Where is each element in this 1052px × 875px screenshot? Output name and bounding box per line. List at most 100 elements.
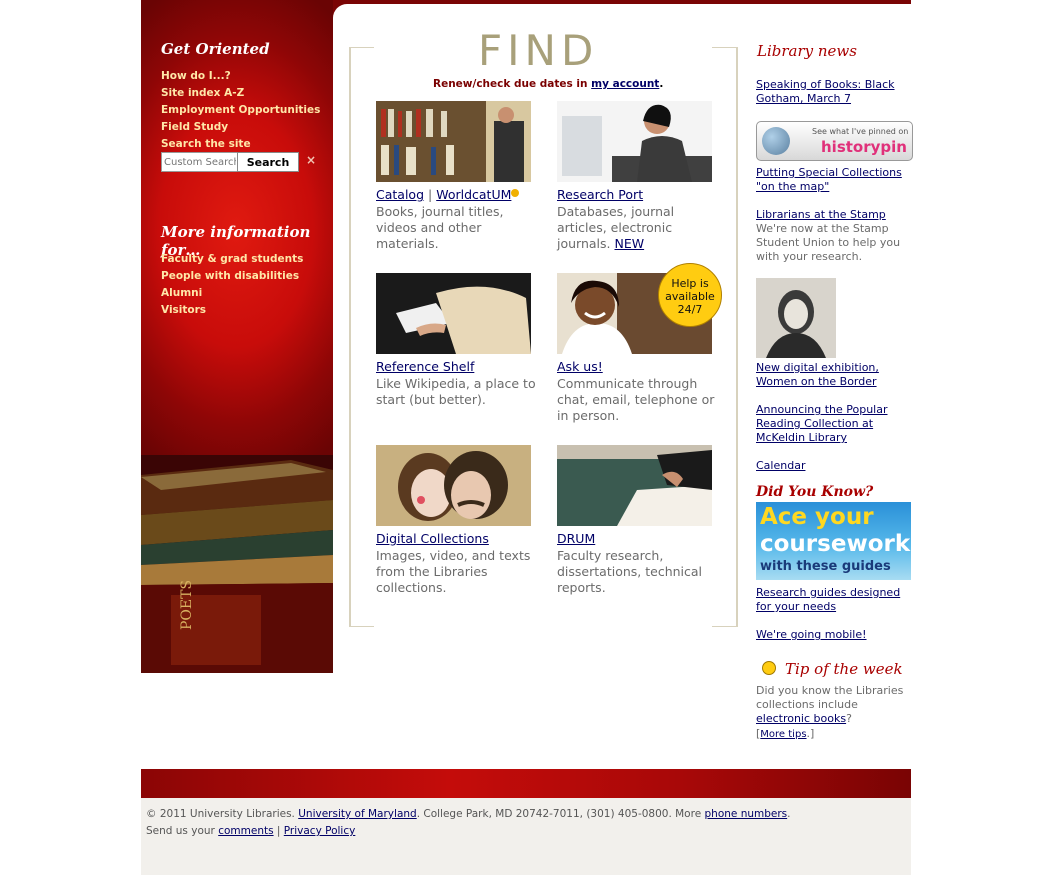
digital-collections-link[interactable]: Digital Collections xyxy=(376,531,489,546)
catalog-image xyxy=(376,101,531,182)
search-button[interactable]: Search xyxy=(237,152,299,172)
pin-banner-logo: historypin xyxy=(821,138,907,156)
digital-collections-heading: Digital Collections xyxy=(376,531,536,548)
reference-shelf-image xyxy=(376,273,531,354)
catalog-desc: Books, journal titles, videos and other … xyxy=(376,204,504,251)
nav-employment[interactable]: Employment Opportunities xyxy=(161,102,320,119)
send-text: Send us your xyxy=(146,825,219,837)
help-bubble: Help is available 24/7 xyxy=(658,263,722,327)
nav-how-do-i[interactable]: How do I...? xyxy=(161,68,320,85)
ask-us-desc: Communicate through chat, email, telepho… xyxy=(557,376,715,423)
comments-link[interactable]: comments xyxy=(218,825,273,837)
privacy-policy-link[interactable]: Privacy Policy xyxy=(284,825,356,837)
books-image: POETS xyxy=(141,455,333,673)
reference-shelf-link[interactable]: Reference Shelf xyxy=(376,359,474,374)
nav-faculty[interactable]: Faculty & grad students xyxy=(161,251,303,268)
nav-search-site[interactable]: Search the site xyxy=(161,136,320,153)
left-sidebar: Get Oriented How do I...? Site index A-Z… xyxy=(141,0,333,673)
nav-field-study[interactable]: Field Study xyxy=(161,119,320,136)
pin-banner-top: See what I've pinned on xyxy=(812,127,909,136)
footer: © 2011 University Libraries. University … xyxy=(141,798,911,875)
site-search: Search × xyxy=(161,152,316,172)
get-oriented-heading: Get Oriented xyxy=(161,40,270,58)
more-tips: [More tips.] xyxy=(756,727,814,742)
ask-us-heading: Ask us! xyxy=(557,359,717,376)
news-item-special-collections[interactable]: Putting Special Collections "on the map" xyxy=(756,166,916,194)
find-title: FIND xyxy=(478,26,599,75)
research-port-desc: Databases, journal articles, electronic … xyxy=(557,204,717,252)
calendar-link[interactable]: Calendar xyxy=(756,459,805,473)
research-port-heading: Research Port xyxy=(557,187,717,204)
renew-notice: Renew/check due dates in my account. xyxy=(433,78,663,90)
digital-collections-desc: Images, video, and texts from the Librar… xyxy=(376,548,531,595)
catalog-heading: Catalog | WorldcatUM xyxy=(376,187,536,204)
svg-text:POETS: POETS xyxy=(179,580,195,630)
mobile-link[interactable]: We're going mobile! xyxy=(756,628,867,642)
footer-separator: | xyxy=(273,825,284,837)
drum-image xyxy=(557,445,712,526)
info-icon[interactable] xyxy=(511,189,520,197)
research-guides-link[interactable]: Research guides designed for your needs xyxy=(756,586,916,614)
ask-us-tile: Help is available 24/7 Ask us! Communica… xyxy=(557,263,722,424)
clear-search-icon[interactable]: × xyxy=(306,153,316,167)
did-you-know-heading: Did You Know? xyxy=(756,484,874,500)
more-tips-close: .] xyxy=(806,727,815,740)
news-item-black-gotham[interactable]: Speaking of Books: Black Gotham, March 7 xyxy=(756,78,916,106)
nav-disabilities[interactable]: People with disabilities xyxy=(161,268,303,285)
bubble-line-2: available xyxy=(665,290,715,303)
bracket-left xyxy=(349,47,351,627)
more-tips-link[interactable]: More tips xyxy=(760,729,806,740)
nav-site-index[interactable]: Site index A-Z xyxy=(161,85,320,102)
drum-desc: Faculty research, dissertations, technic… xyxy=(557,548,703,595)
footer-line-2: Send us your comments | Privacy Policy xyxy=(146,825,355,837)
reference-shelf-desc: Like Wikipedia, a place to start (but be… xyxy=(376,376,536,407)
search-input[interactable] xyxy=(161,152,239,172)
phone-numbers-link[interactable]: phone numbers xyxy=(705,808,788,820)
research-port-image xyxy=(557,101,712,182)
reference-shelf-tile: Reference Shelf Like Wikipedia, a place … xyxy=(376,273,536,408)
tip-text-body: Did you know the Libraries collections i… xyxy=(756,684,904,711)
drum-link[interactable]: DRUM xyxy=(557,531,595,546)
renew-period: . xyxy=(659,78,664,90)
umd-link[interactable]: University of Maryland xyxy=(298,808,416,820)
ask-us-link[interactable]: Ask us! xyxy=(557,359,603,374)
nav-alumni[interactable]: Alumni xyxy=(161,285,303,302)
bracket-tr xyxy=(712,47,737,48)
news-item-stamp[interactable]: Librarians at the Stamp xyxy=(756,208,916,222)
coursework-banner[interactable]: Ace your coursework with these guides xyxy=(756,502,911,580)
renew-text: Renew/check due dates in xyxy=(433,78,592,90)
my-account-link[interactable]: my account xyxy=(591,78,659,90)
lightbulb-icon xyxy=(762,661,776,675)
portrait-image[interactable] xyxy=(756,278,836,358)
news-stamp-desc: We're now at the Stamp Student Union to … xyxy=(756,222,901,263)
footer-bar xyxy=(141,769,911,798)
bracket-right xyxy=(736,47,738,627)
bracket-br xyxy=(712,626,737,627)
banner-line-3: with these guides xyxy=(760,559,891,574)
catalog-link[interactable]: Catalog xyxy=(376,187,424,202)
nav-visitors[interactable]: Visitors xyxy=(161,302,303,319)
catalog-separator: | xyxy=(428,187,433,202)
catalog-tile: Catalog | WorldcatUM Books, journal titl… xyxy=(376,101,536,252)
bracket-tl xyxy=(349,47,374,48)
oriented-nav: How do I...? Site index A-Z Employment O… xyxy=(161,68,320,153)
bracket-bl xyxy=(349,626,374,627)
worldcat-link[interactable]: WorldcatUM xyxy=(436,187,511,202)
address: . College Park, MD 20742-7011, (301) 405… xyxy=(416,808,705,820)
footer-period: . xyxy=(787,808,791,820)
historypin-banner[interactable]: See what I've pinned on historypin xyxy=(756,121,913,161)
globe-icon xyxy=(762,127,790,155)
footer-line-1: © 2011 University Libraries. University … xyxy=(146,808,791,820)
banner-line-2: coursework xyxy=(760,531,911,557)
drum-tile: DRUM Faculty research, dissertations, te… xyxy=(557,445,717,596)
copyright: © 2011 University Libraries. xyxy=(146,808,299,820)
audience-nav: Faculty & grad students People with disa… xyxy=(161,251,303,319)
new-badge[interactable]: NEW xyxy=(615,236,645,251)
ebooks-link[interactable]: electronic books xyxy=(756,712,846,725)
research-port-link[interactable]: Research Port xyxy=(557,187,643,202)
reference-shelf-heading: Reference Shelf xyxy=(376,359,536,376)
news-item-popular-reading[interactable]: Announcing the Popular Reading Collectio… xyxy=(756,403,906,445)
tip-text: Did you know the Libraries collections i… xyxy=(756,684,914,726)
news-item-exhibition[interactable]: New digital exhibition, Women on the Bor… xyxy=(756,361,916,389)
digital-collections-image xyxy=(376,445,531,526)
